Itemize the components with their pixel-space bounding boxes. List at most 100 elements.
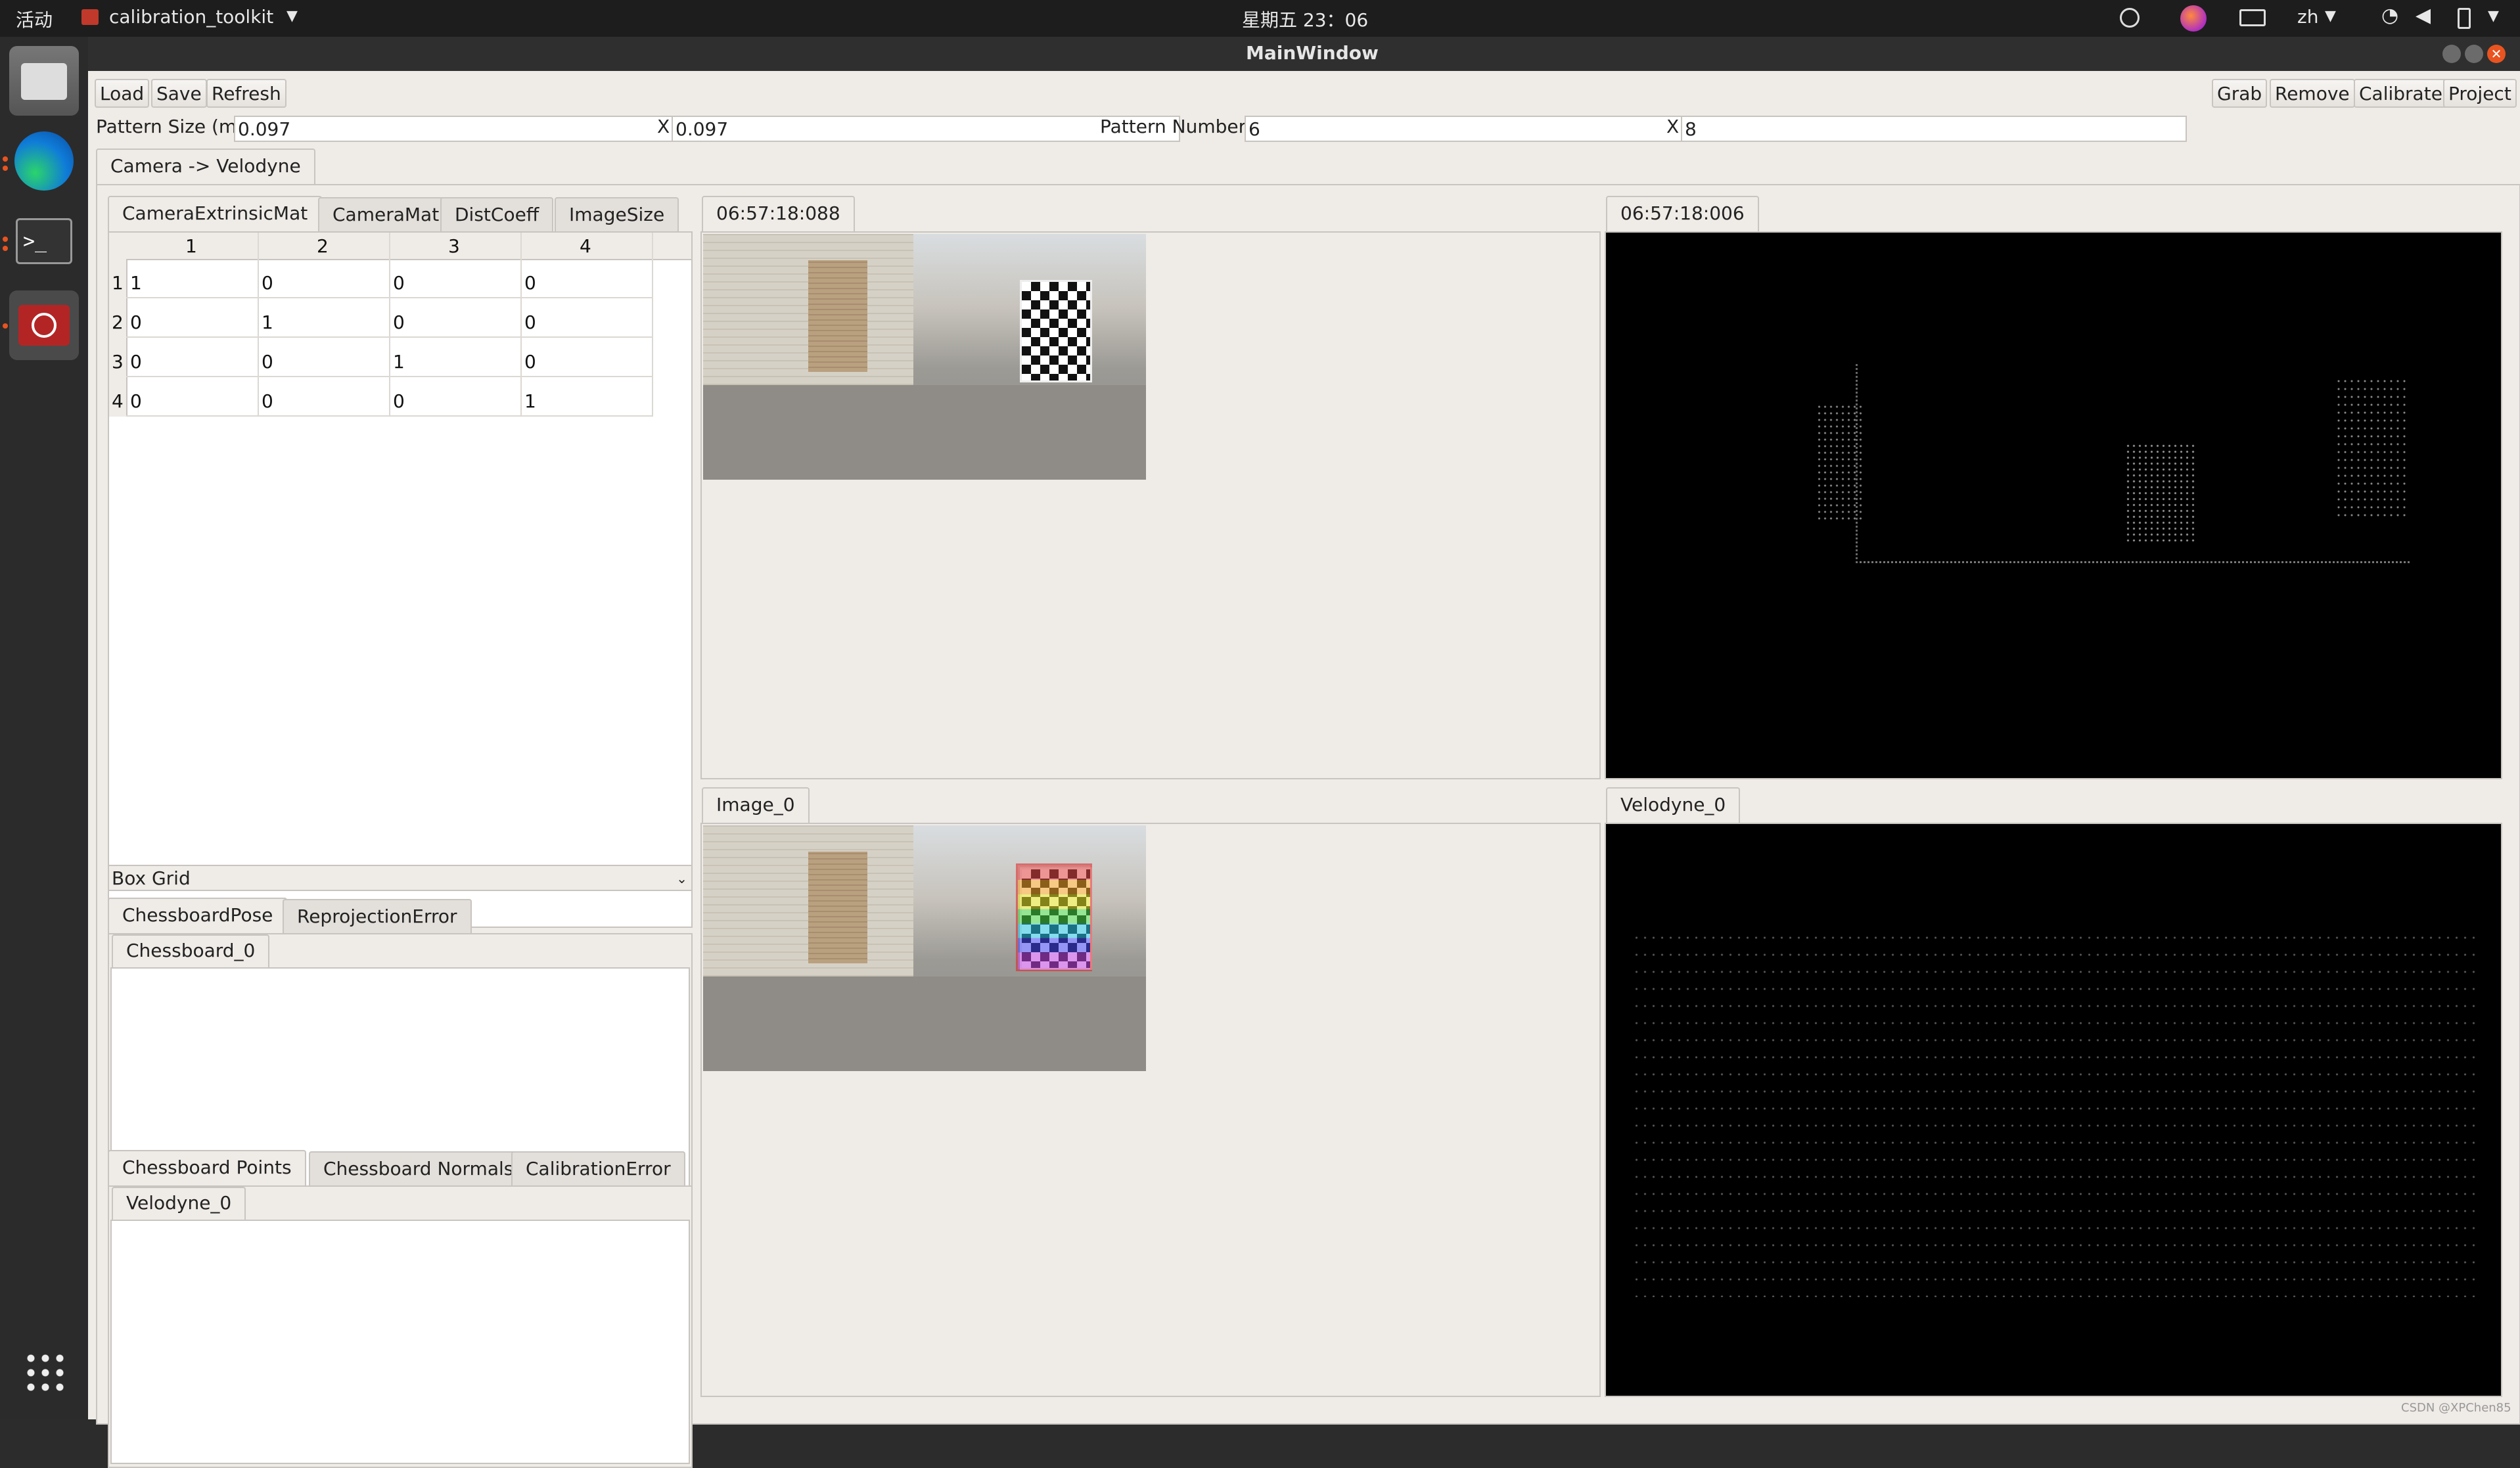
lidar-chessboard-points — [2125, 443, 2197, 541]
tab-velodyne-0[interactable]: Velodyne_0 — [112, 1187, 246, 1220]
running-indicator — [3, 237, 8, 242]
table-cell[interactable]: 1 — [393, 351, 405, 373]
table-cell[interactable]: 0 — [130, 311, 142, 333]
tab-chessboard-pose[interactable]: ChessboardPose — [108, 898, 288, 934]
wifi-icon[interactable]: ◔ — [2381, 4, 2398, 27]
remove-button[interactable]: Remove — [2270, 79, 2355, 108]
grid-line — [258, 233, 259, 417]
running-indicator — [3, 246, 8, 251]
pattern-number-y-input[interactable]: 8 — [1681, 116, 2187, 142]
volume-icon[interactable]: ◀ — [2416, 4, 2431, 27]
tab-dist-coeff[interactable]: DistCoeff — [440, 197, 554, 231]
show-apps-icon[interactable] — [24, 1351, 66, 1393]
app-icon — [81, 9, 99, 25]
project-button[interactable]: Project — [2443, 79, 2517, 108]
keyboard-icon[interactable] — [2239, 9, 2266, 26]
chevron-down-icon: ▼ — [2325, 8, 2336, 24]
nvidia-icon[interactable] — [2120, 8, 2140, 28]
calibration-toolkit-icon[interactable] — [9, 290, 79, 360]
chessboard-pattern — [1020, 280, 1092, 382]
tab-camera-mat[interactable]: CameraMat — [318, 197, 454, 231]
column-header[interactable]: 2 — [317, 235, 329, 257]
detected-corners-overlay — [1016, 863, 1092, 971]
tab-camera-velodyne[interactable]: Camera -> Velodyne — [96, 149, 315, 185]
table-cell[interactable]: 0 — [393, 311, 405, 333]
maximize-button[interactable] — [2465, 45, 2483, 63]
x-separator-label: X — [1666, 116, 1680, 137]
camera-capture-view — [700, 823, 1601, 1397]
table-cell[interactable]: 0 — [524, 311, 536, 333]
column-header[interactable]: 3 — [448, 235, 460, 257]
road — [703, 385, 1146, 480]
tab-chessboard-0[interactable]: Chessboard_0 — [112, 934, 270, 967]
table-cell[interactable]: 1 — [130, 272, 142, 294]
table-cell[interactable]: 0 — [262, 390, 273, 412]
shutter-door — [808, 260, 867, 372]
app-menu[interactable]: calibration_toolkit — [109, 6, 273, 28]
camera-live-view — [700, 231, 1601, 779]
window-titlebar: MainWindow ✕ — [88, 37, 2520, 71]
tab-chessboard-points[interactable]: Chessboard Points — [108, 1150, 306, 1187]
calibrate-button[interactable]: Calibrate — [2354, 79, 2448, 108]
terminal-icon[interactable]: >_ — [9, 208, 79, 277]
row-header[interactable]: 4 — [112, 390, 124, 412]
tab-lidar-live-timestamp[interactable]: 06:57:18:006 — [1606, 196, 1759, 233]
tab-calibration-error[interactable]: CalibrationError — [511, 1151, 685, 1185]
clock[interactable]: 星期五 23：06 — [1242, 6, 1368, 32]
lidar-wall-points — [2335, 377, 2408, 522]
activities-button[interactable]: 活动 — [16, 6, 53, 32]
file-manager-icon[interactable] — [9, 46, 79, 116]
row-header[interactable]: 3 — [112, 351, 124, 373]
road — [703, 976, 1146, 1071]
grab-button[interactable]: Grab — [2212, 79, 2268, 108]
tab-camera-extrinsic-mat[interactable]: CameraExtrinsicMat — [108, 196, 323, 233]
battery-icon[interactable] — [2458, 8, 2471, 29]
window-title: MainWindow — [1246, 42, 1379, 64]
grid-line — [126, 297, 652, 298]
tab-camera-live-timestamp[interactable]: 06:57:18:088 — [702, 196, 855, 233]
column-header[interactable]: 4 — [580, 235, 591, 257]
matrix-table[interactable]: 1 2 3 4 1 2 3 4 1 0 0 0 0 1 0 0 0 0 1 0 … — [108, 231, 693, 928]
table-cell[interactable]: 0 — [262, 272, 273, 294]
table-cell[interactable]: 1 — [262, 311, 273, 333]
lidar-wall-points — [1816, 403, 1862, 522]
table-cell[interactable]: 0 — [524, 272, 536, 294]
grid-line — [126, 336, 652, 338]
tab-image-size[interactable]: ImageSize — [555, 197, 679, 231]
running-indicator — [3, 156, 8, 162]
minimize-button[interactable] — [2442, 45, 2461, 63]
row-header[interactable]: 2 — [112, 311, 124, 333]
grid-line — [520, 233, 522, 417]
box-grid-select-value: Box Grid — [112, 867, 191, 889]
row-header[interactable]: 1 — [112, 272, 124, 294]
refresh-button[interactable]: Refresh — [206, 79, 286, 108]
close-icon[interactable]: ✕ — [2487, 45, 2506, 63]
main-window: Load Save Refresh Grab Remove Calibrate … — [88, 71, 2520, 1468]
table-cell[interactable]: 0 — [524, 351, 536, 373]
grid-line — [389, 233, 390, 417]
grid-line — [126, 376, 652, 377]
tab-chessboard-normals[interactable]: Chessboard Normals — [309, 1151, 528, 1185]
table-cell[interactable]: 0 — [393, 272, 405, 294]
system-top-bar: 活动 calibration_toolkit ▼ 星期五 23：06 zh ▼ … — [0, 0, 2520, 37]
table-cell[interactable]: 0 — [130, 390, 142, 412]
edge-browser-icon[interactable] — [9, 126, 79, 196]
save-button[interactable]: Save — [151, 79, 207, 108]
table-cell[interactable]: 0 — [393, 390, 405, 412]
column-header[interactable]: 1 — [185, 235, 197, 257]
table-cell[interactable]: 1 — [524, 390, 536, 412]
dock: >_ — [0, 37, 88, 1419]
camera-live-image — [703, 234, 1146, 480]
table-cell[interactable]: 0 — [130, 351, 142, 373]
firefox-icon[interactable] — [2180, 5, 2207, 32]
grid-line — [126, 415, 652, 417]
tab-lidar-capture[interactable]: Velodyne_0 — [1606, 787, 1741, 824]
box-grid-select[interactable]: Box Grid ⌄ — [108, 865, 693, 891]
lidar-live-view — [1605, 231, 2502, 779]
load-button[interactable]: Load — [95, 79, 150, 108]
table-cell[interactable]: 0 — [262, 351, 273, 373]
pattern-size-label: Pattern Size (m) — [96, 116, 244, 137]
tab-camera-capture[interactable]: Image_0 — [702, 787, 810, 824]
tab-reprojection-error[interactable]: ReprojectionError — [283, 899, 472, 933]
language-indicator[interactable]: zh — [2297, 6, 2318, 28]
